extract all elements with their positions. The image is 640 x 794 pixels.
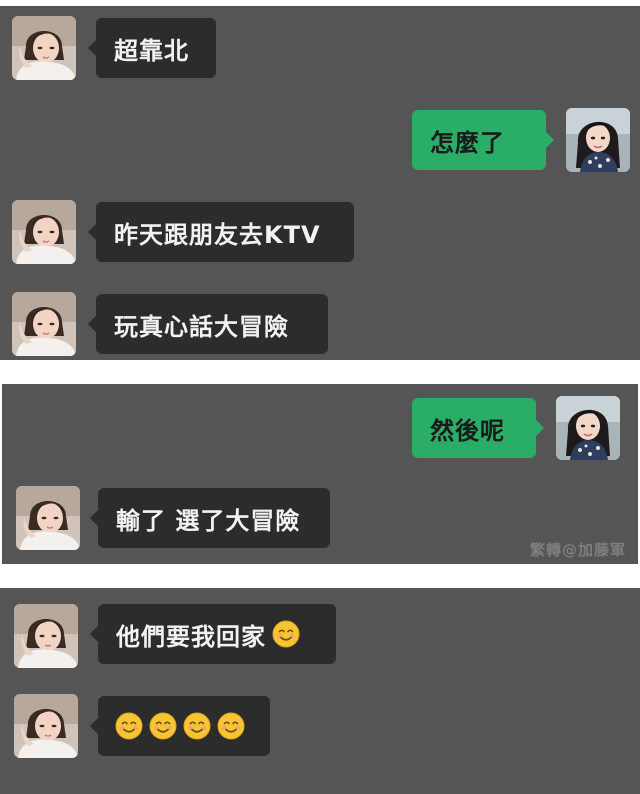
message-bubble-outgoing[interactable]: 怎麼了	[412, 110, 554, 170]
message-text: 怎麼了	[430, 128, 505, 157]
contact-avatar[interactable]	[16, 486, 80, 550]
contact-avatar[interactable]	[14, 604, 78, 668]
smiling-face-emoji-icon	[149, 712, 177, 740]
smiling-face-emoji-icon	[272, 620, 300, 648]
message-bubble-incoming[interactable]	[90, 696, 270, 756]
message-bubble-incoming[interactable]: 超靠北	[88, 18, 216, 78]
contact-avatar[interactable]	[14, 694, 78, 758]
chat-panel-2: 然後呢 輸了 選了大冒險 繁轉@加藤軍	[2, 384, 638, 564]
message-bubble-incoming[interactable]: 他們要我回家	[90, 604, 336, 664]
user-avatar[interactable]	[556, 396, 620, 460]
message-text: 超靠北	[114, 36, 189, 65]
message-text: 輸了 選了大冒險	[116, 506, 301, 535]
message-bubble-incoming[interactable]: 玩真心話大冒險	[88, 294, 328, 354]
message-text: 玩真心話大冒險	[114, 312, 289, 341]
smiling-face-emoji-icon	[183, 712, 211, 740]
message-bubble-incoming[interactable]: 輸了 選了大冒險	[90, 488, 330, 548]
smiling-face-emoji-icon	[115, 712, 143, 740]
contact-avatar[interactable]	[12, 16, 76, 80]
chat-panel-3: 他們要我回家	[0, 588, 640, 794]
user-avatar[interactable]	[566, 108, 630, 172]
message-text: 然後呢	[430, 416, 505, 445]
message-bubble-outgoing[interactable]: 然後呢	[412, 398, 544, 458]
contact-avatar[interactable]	[12, 200, 76, 264]
contact-avatar[interactable]	[12, 292, 76, 356]
chat-panel-1: 超靠北 怎麼了 昨天跟朋友去KTV 玩真心話大冒險	[0, 6, 640, 360]
message-text: 他們要我回家	[116, 622, 266, 651]
message-bubble-incoming[interactable]: 昨天跟朋友去KTV	[88, 202, 354, 262]
smiling-face-emoji-icon	[217, 712, 245, 740]
message-text: 昨天跟朋友去KTV	[114, 220, 321, 249]
watermark-text: 繁轉@加藤軍	[529, 541, 626, 559]
